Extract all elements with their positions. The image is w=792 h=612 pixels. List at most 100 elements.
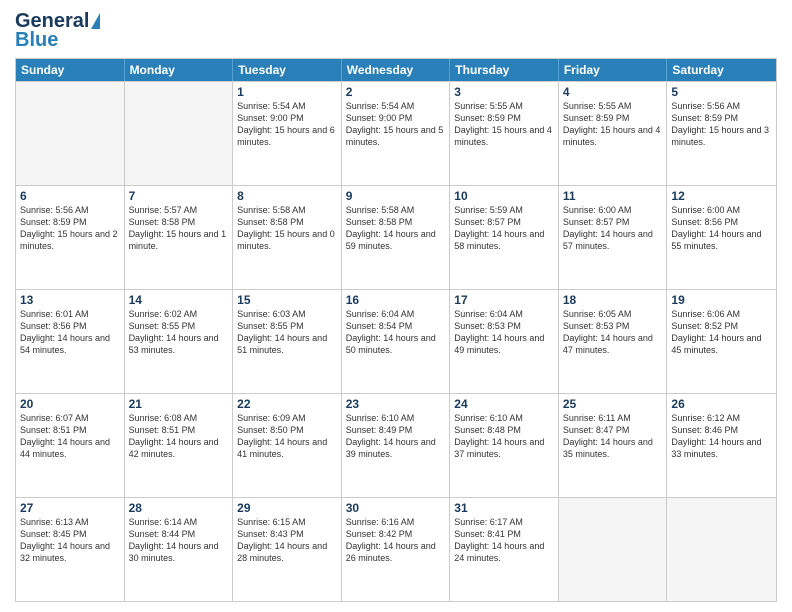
day-info: Sunrise: 5:58 AM Sunset: 8:58 PM Dayligh… [346,204,446,253]
day-info: Sunrise: 6:10 AM Sunset: 8:48 PM Dayligh… [454,412,554,461]
day-info: Sunrise: 6:11 AM Sunset: 8:47 PM Dayligh… [563,412,663,461]
calendar-cell: 23 Sunrise: 6:10 AM Sunset: 8:49 PM Dayl… [342,394,451,497]
day-number: 15 [237,293,337,307]
day-number: 9 [346,189,446,203]
header: General Blue [15,10,777,52]
day-info: Sunrise: 6:12 AM Sunset: 8:46 PM Dayligh… [671,412,772,461]
day-number: 22 [237,397,337,411]
day-number: 25 [563,397,663,411]
day-number: 8 [237,189,337,203]
calendar-cell: 8 Sunrise: 5:58 AM Sunset: 8:58 PM Dayli… [233,186,342,289]
weekday-header: Thursday [450,59,559,81]
calendar-row: 6 Sunrise: 5:56 AM Sunset: 8:59 PM Dayli… [16,185,776,289]
day-info: Sunrise: 5:59 AM Sunset: 8:57 PM Dayligh… [454,204,554,253]
day-info: Sunrise: 6:05 AM Sunset: 8:53 PM Dayligh… [563,308,663,357]
calendar-cell: 24 Sunrise: 6:10 AM Sunset: 8:48 PM Dayl… [450,394,559,497]
calendar-body: 1 Sunrise: 5:54 AM Sunset: 9:00 PM Dayli… [16,81,776,601]
calendar-cell: 10 Sunrise: 5:59 AM Sunset: 8:57 PM Dayl… [450,186,559,289]
calendar-cell: 28 Sunrise: 6:14 AM Sunset: 8:44 PM Dayl… [125,498,234,601]
logo-blue: Blue [15,29,58,52]
day-info: Sunrise: 6:06 AM Sunset: 8:52 PM Dayligh… [671,308,772,357]
calendar-cell: 17 Sunrise: 6:04 AM Sunset: 8:53 PM Dayl… [450,290,559,393]
calendar-cell: 4 Sunrise: 5:55 AM Sunset: 8:59 PM Dayli… [559,82,668,185]
day-info: Sunrise: 5:58 AM Sunset: 8:58 PM Dayligh… [237,204,337,253]
day-number: 12 [671,189,772,203]
calendar-cell: 9 Sunrise: 5:58 AM Sunset: 8:58 PM Dayli… [342,186,451,289]
calendar-cell: 13 Sunrise: 6:01 AM Sunset: 8:56 PM Dayl… [16,290,125,393]
day-number: 4 [563,85,663,99]
day-info: Sunrise: 6:10 AM Sunset: 8:49 PM Dayligh… [346,412,446,461]
day-info: Sunrise: 5:54 AM Sunset: 9:00 PM Dayligh… [237,100,337,149]
day-number: 27 [20,501,120,515]
day-number: 26 [671,397,772,411]
day-info: Sunrise: 5:56 AM Sunset: 8:59 PM Dayligh… [20,204,120,253]
day-info: Sunrise: 6:01 AM Sunset: 8:56 PM Dayligh… [20,308,120,357]
calendar-cell: 11 Sunrise: 6:00 AM Sunset: 8:57 PM Dayl… [559,186,668,289]
day-number: 14 [129,293,229,307]
day-number: 17 [454,293,554,307]
calendar: SundayMondayTuesdayWednesdayThursdayFrid… [15,58,777,602]
weekday-header: Tuesday [233,59,342,81]
calendar-cell: 22 Sunrise: 6:09 AM Sunset: 8:50 PM Dayl… [233,394,342,497]
day-number: 2 [346,85,446,99]
day-number: 29 [237,501,337,515]
day-info: Sunrise: 6:07 AM Sunset: 8:51 PM Dayligh… [20,412,120,461]
day-number: 30 [346,501,446,515]
calendar-cell: 6 Sunrise: 5:56 AM Sunset: 8:59 PM Dayli… [16,186,125,289]
calendar-cell: 25 Sunrise: 6:11 AM Sunset: 8:47 PM Dayl… [559,394,668,497]
calendar-row: 20 Sunrise: 6:07 AM Sunset: 8:51 PM Dayl… [16,393,776,497]
day-info: Sunrise: 6:14 AM Sunset: 8:44 PM Dayligh… [129,516,229,565]
day-number: 20 [20,397,120,411]
calendar-cell: 7 Sunrise: 5:57 AM Sunset: 8:58 PM Dayli… [125,186,234,289]
calendar-cell [125,82,234,185]
calendar-row: 13 Sunrise: 6:01 AM Sunset: 8:56 PM Dayl… [16,289,776,393]
calendar-row: 1 Sunrise: 5:54 AM Sunset: 9:00 PM Dayli… [16,81,776,185]
day-number: 6 [20,189,120,203]
calendar-cell: 29 Sunrise: 6:15 AM Sunset: 8:43 PM Dayl… [233,498,342,601]
day-info: Sunrise: 6:15 AM Sunset: 8:43 PM Dayligh… [237,516,337,565]
calendar-cell: 14 Sunrise: 6:02 AM Sunset: 8:55 PM Dayl… [125,290,234,393]
calendar-cell: 1 Sunrise: 5:54 AM Sunset: 9:00 PM Dayli… [233,82,342,185]
logo: General Blue [15,10,100,52]
day-number: 10 [454,189,554,203]
weekday-header: Sunday [16,59,125,81]
day-info: Sunrise: 5:57 AM Sunset: 8:58 PM Dayligh… [129,204,229,253]
day-info: Sunrise: 6:16 AM Sunset: 8:42 PM Dayligh… [346,516,446,565]
day-number: 28 [129,501,229,515]
day-info: Sunrise: 6:04 AM Sunset: 8:53 PM Dayligh… [454,308,554,357]
calendar-cell [559,498,668,601]
logo-triangle-icon [91,13,100,29]
day-info: Sunrise: 6:13 AM Sunset: 8:45 PM Dayligh… [20,516,120,565]
calendar-cell: 20 Sunrise: 6:07 AM Sunset: 8:51 PM Dayl… [16,394,125,497]
calendar-cell: 5 Sunrise: 5:56 AM Sunset: 8:59 PM Dayli… [667,82,776,185]
calendar-cell: 19 Sunrise: 6:06 AM Sunset: 8:52 PM Dayl… [667,290,776,393]
calendar-cell: 21 Sunrise: 6:08 AM Sunset: 8:51 PM Dayl… [125,394,234,497]
calendar-cell: 3 Sunrise: 5:55 AM Sunset: 8:59 PM Dayli… [450,82,559,185]
day-number: 13 [20,293,120,307]
weekday-header: Saturday [667,59,776,81]
day-info: Sunrise: 5:56 AM Sunset: 8:59 PM Dayligh… [671,100,772,149]
weekday-header: Monday [125,59,234,81]
day-number: 11 [563,189,663,203]
calendar-cell: 16 Sunrise: 6:04 AM Sunset: 8:54 PM Dayl… [342,290,451,393]
weekday-header: Wednesday [342,59,451,81]
day-number: 24 [454,397,554,411]
calendar-cell [16,82,125,185]
day-number: 5 [671,85,772,99]
day-info: Sunrise: 6:09 AM Sunset: 8:50 PM Dayligh… [237,412,337,461]
calendar-cell [667,498,776,601]
day-number: 19 [671,293,772,307]
weekday-header: Friday [559,59,668,81]
page: General Blue SundayMondayTuesdayWednesda… [0,0,792,612]
day-info: Sunrise: 6:04 AM Sunset: 8:54 PM Dayligh… [346,308,446,357]
day-number: 7 [129,189,229,203]
day-number: 21 [129,397,229,411]
day-number: 31 [454,501,554,515]
day-info: Sunrise: 5:55 AM Sunset: 8:59 PM Dayligh… [454,100,554,149]
calendar-cell: 31 Sunrise: 6:17 AM Sunset: 8:41 PM Dayl… [450,498,559,601]
calendar-header: SundayMondayTuesdayWednesdayThursdayFrid… [16,59,776,81]
day-info: Sunrise: 6:08 AM Sunset: 8:51 PM Dayligh… [129,412,229,461]
day-number: 16 [346,293,446,307]
calendar-cell: 30 Sunrise: 6:16 AM Sunset: 8:42 PM Dayl… [342,498,451,601]
day-info: Sunrise: 6:02 AM Sunset: 8:55 PM Dayligh… [129,308,229,357]
